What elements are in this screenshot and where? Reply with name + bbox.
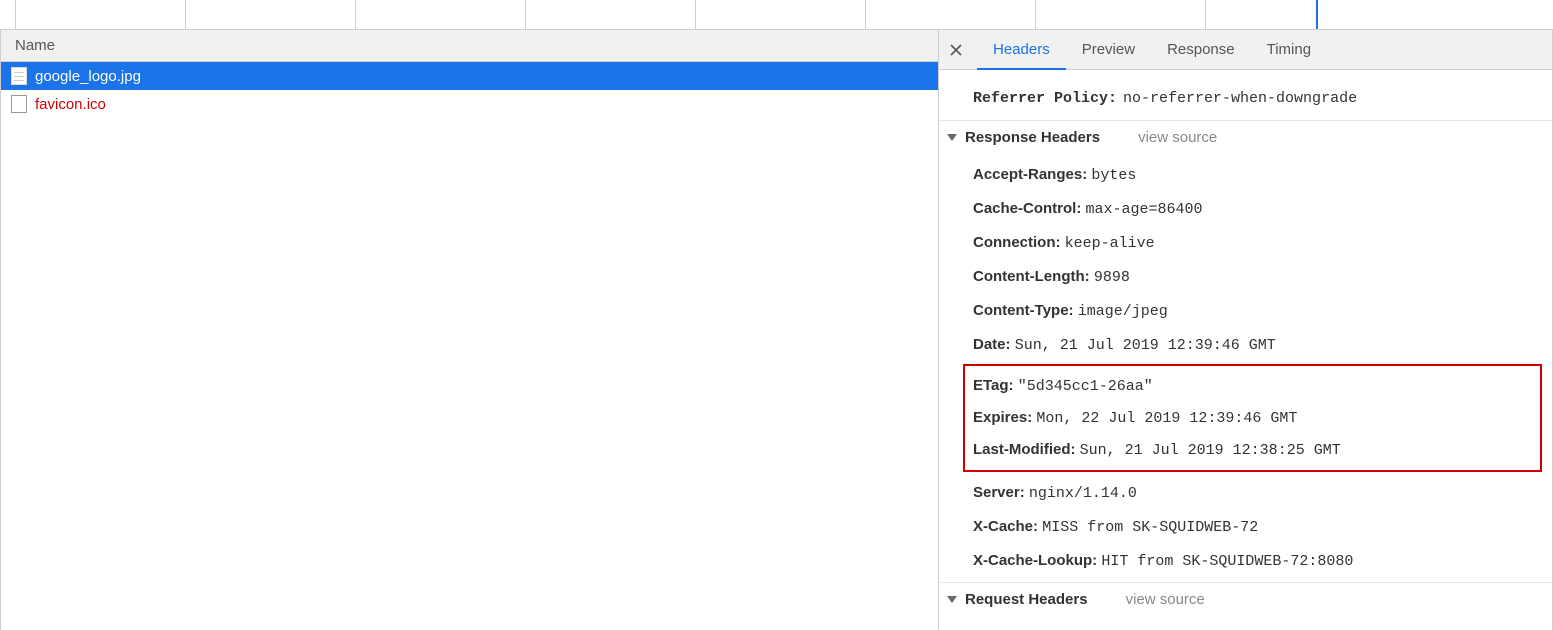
toolbar-cell[interactable] [186, 0, 356, 29]
detail-tabs: HeadersPreviewResponseTiming [939, 30, 1552, 70]
header-key: Last-Modified: [973, 441, 1080, 458]
toolbar-cell[interactable] [16, 0, 186, 29]
toolbar-filler [1318, 0, 1553, 29]
header-value: max-age=86400 [1086, 201, 1203, 218]
header-key: Content-Length: [973, 268, 1094, 285]
request-detail-panel: HeadersPreviewResponseTiming Referrer Po… [939, 30, 1553, 630]
header-value: Sun, 21 Jul 2019 12:39:46 GMT [1015, 337, 1276, 354]
network-request-list-panel: Name google_logo.jpg favicon.ico [1, 30, 939, 630]
request-filename: favicon.ico [35, 96, 106, 113]
header-key: Connection: [973, 234, 1065, 251]
column-header-name[interactable]: Name [1, 30, 938, 62]
view-source-link[interactable]: view source [1126, 591, 1205, 608]
network-request-row[interactable]: google_logo.jpg [1, 62, 938, 90]
request-headers-title: Request Headers [965, 591, 1088, 608]
close-icon[interactable] [945, 39, 967, 61]
header-value: nginx/1.14.0 [1029, 485, 1137, 502]
response-header-row: Last-Modified: Sun, 21 Jul 2019 12:38:25… [973, 434, 1532, 466]
toolbar-cell[interactable] [526, 0, 696, 29]
toolbar-cell[interactable] [0, 0, 16, 29]
header-key: X-Cache: [973, 518, 1042, 535]
header-value: bytes [1091, 167, 1136, 184]
response-header-row: Server: nginx/1.14.0 [973, 476, 1552, 510]
header-value: Sun, 21 Jul 2019 12:38:25 GMT [1080, 442, 1341, 459]
tab-timing[interactable]: Timing [1251, 30, 1327, 69]
request-headers-section[interactable]: Request Headers view source [939, 582, 1552, 616]
network-request-list: google_logo.jpg favicon.ico [1, 62, 938, 630]
response-header-row: Connection: keep-alive [973, 226, 1552, 260]
response-header-row: Expires: Mon, 22 Jul 2019 12:39:46 GMT [973, 402, 1532, 434]
header-value: image/jpeg [1078, 303, 1168, 320]
tab-response[interactable]: Response [1151, 30, 1251, 69]
response-header-row: Accept-Ranges: bytes [973, 158, 1552, 192]
response-header-row: Date: Sun, 21 Jul 2019 12:39:46 GMT [973, 328, 1552, 362]
toolbar-cell[interactable] [866, 0, 1036, 29]
header-value: keep-alive [1065, 235, 1155, 252]
header-key: X-Cache-Lookup: [973, 552, 1101, 569]
header-key: Date: [973, 336, 1015, 353]
header-value: HIT from SK-SQUIDWEB-72:8080 [1101, 553, 1353, 570]
tab-headers[interactable]: Headers [977, 30, 1066, 69]
file-icon [11, 67, 27, 85]
request-filename: google_logo.jpg [35, 68, 141, 85]
header-key: Content-Type: [973, 302, 1078, 319]
response-header-row: Content-Type: image/jpeg [973, 294, 1552, 328]
header-key: Accept-Ranges: [973, 166, 1091, 183]
toolbar-cell[interactable] [1036, 0, 1206, 29]
response-header-row: ETag: "5d345cc1-26aa" [973, 370, 1532, 402]
response-header-row: Content-Length: 9898 [973, 260, 1552, 294]
tab-preview[interactable]: Preview [1066, 30, 1151, 69]
general-referrer-policy: Referrer Policy:no-referrer-when-downgra… [939, 82, 1552, 116]
headers-body: Referrer Policy:no-referrer-when-downgra… [939, 70, 1552, 630]
header-key: Server: [973, 484, 1029, 501]
header-value: Mon, 22 Jul 2019 12:39:46 GMT [1036, 410, 1297, 427]
toolbar-cell[interactable] [356, 0, 526, 29]
response-header-row: Cache-Control: max-age=86400 [973, 192, 1552, 226]
response-headers-title: Response Headers [965, 129, 1100, 146]
network-request-row[interactable]: favicon.ico [1, 90, 938, 118]
header-key: ETag: [973, 377, 1018, 394]
header-key: Cache-Control: [973, 200, 1086, 217]
view-source-link[interactable]: view source [1138, 129, 1217, 146]
toolbar-tabstrip [0, 0, 1553, 30]
toolbar-cell[interactable] [1206, 0, 1318, 29]
header-value: MISS from SK-SQUIDWEB-72 [1042, 519, 1258, 536]
highlighted-headers: ETag: "5d345cc1-26aa"Expires: Mon, 22 Ju… [963, 364, 1542, 472]
caret-down-icon [947, 596, 957, 603]
response-headers-section[interactable]: Response Headers view source [939, 120, 1552, 154]
header-value: "5d345cc1-26aa" [1018, 378, 1153, 395]
file-icon [11, 95, 27, 113]
response-header-row: X-Cache-Lookup: HIT from SK-SQUIDWEB-72:… [973, 544, 1552, 578]
caret-down-icon [947, 134, 957, 141]
toolbar-cell[interactable] [696, 0, 866, 29]
response-header-row: X-Cache: MISS from SK-SQUIDWEB-72 [973, 510, 1552, 544]
header-value: 9898 [1094, 269, 1130, 286]
header-key: Expires: [973, 409, 1036, 426]
